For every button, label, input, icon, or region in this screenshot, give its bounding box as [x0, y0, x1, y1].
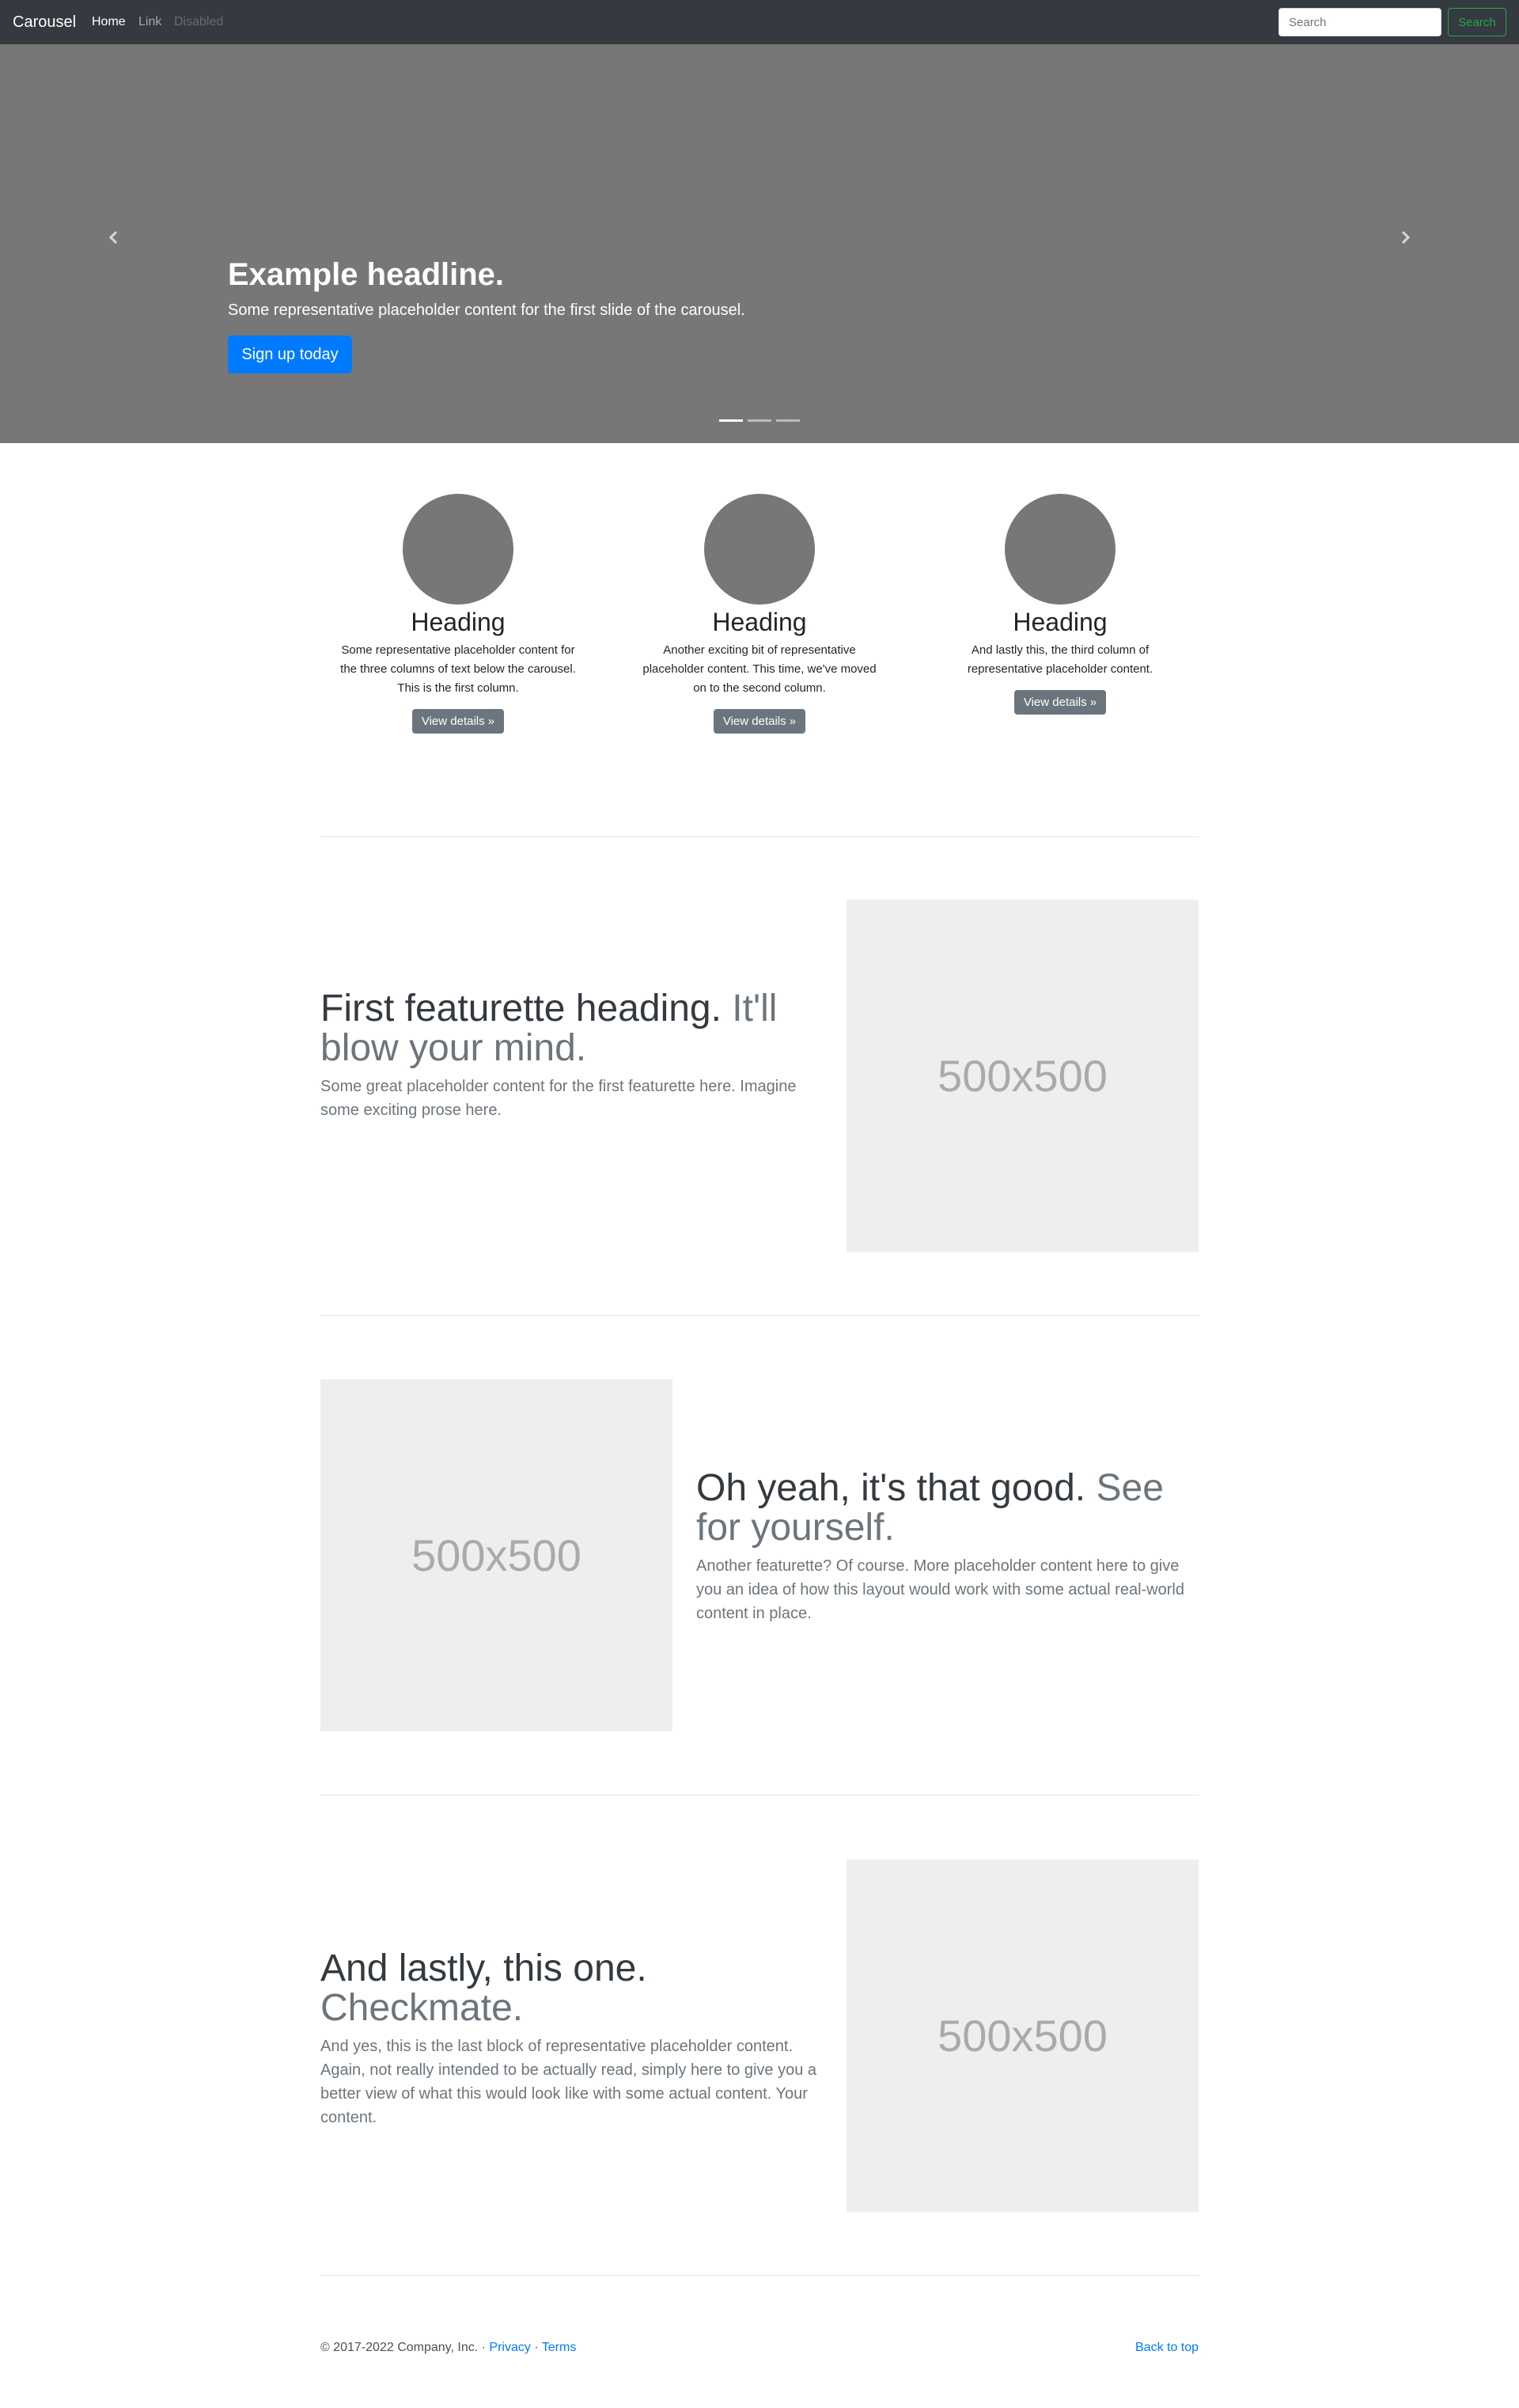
featurette-text: Oh yeah, it's that good. See for yoursel… [696, 1469, 1203, 1625]
column-heading: Heading [411, 608, 506, 636]
carousel-headline: Example headline. [228, 257, 505, 292]
featurette-divider [320, 1795, 1199, 1796]
featurette-text: And lastly, this one. Checkmate. And yes… [320, 1949, 827, 2129]
view-details-button[interactable]: View details » [1013, 690, 1107, 715]
back-to-top-link[interactable]: Back to top [1135, 2341, 1199, 2355]
featurette-text: First featurette heading. It'll blow you… [320, 989, 827, 1122]
carousel-indicator-1[interactable] [719, 419, 743, 422]
placeholder-image: 500x500 [847, 1860, 1199, 2212]
featurette-heading: Oh yeah, it's that good. See for yoursel… [696, 1469, 1203, 1548]
chevron-left-icon [108, 230, 118, 245]
featurette-heading: First featurette heading. It'll blow you… [320, 989, 827, 1068]
terms-link[interactable]: Terms [542, 2341, 577, 2354]
featurette-heading: And lastly, this one. Checkmate. [320, 1949, 827, 2028]
column-text: Some representative placeholder content … [340, 643, 576, 695]
placeholder-circle-image [1005, 494, 1116, 605]
placeholder-circle-image [704, 494, 815, 605]
carousel-next-button[interactable] [1389, 222, 1421, 253]
carousel-prev-button[interactable] [98, 222, 130, 253]
view-details-button[interactable]: View details » [411, 709, 505, 734]
column-heading: Heading [712, 608, 807, 636]
nav-link-disabled: Disabled [174, 15, 224, 28]
featurette-heading-main: Oh yeah, it's that good. [696, 1467, 1086, 1509]
column-text: And lastly this, the third column of rep… [967, 643, 1153, 676]
marketing-column: Heading And lastly this, the third colum… [930, 494, 1191, 715]
carousel-caption-text: Some representative placeholder content … [228, 301, 745, 319]
featurette-divider [320, 836, 1199, 837]
search-button[interactable]: Search [1448, 8, 1506, 36]
nav-link-home[interactable]: Home [92, 14, 126, 30]
carousel-indicator-3[interactable] [776, 419, 800, 422]
copyright-text: © 2017-2022 Company, Inc. · [320, 2341, 490, 2354]
featurette-divider [320, 1315, 1199, 1316]
featurette-lead: And yes, this is the last block of repre… [320, 2038, 817, 2126]
chevron-right-icon [1401, 230, 1411, 245]
footer-copyright: © 2017-2022 Company, Inc. · Privacy · Te… [320, 2341, 576, 2355]
column-text: Another exciting bit of representative p… [642, 643, 877, 695]
column-heading: Heading [1013, 608, 1108, 636]
featurette-heading-main: First featurette heading. [320, 988, 722, 1030]
nav-link-link[interactable]: Link [138, 14, 161, 30]
featurette-heading-main: And lastly, this one. [320, 1947, 647, 1989]
sign-up-button[interactable]: Sign up today [228, 336, 352, 374]
featurette-heading-muted: Checkmate. [320, 1987, 524, 2029]
privacy-link[interactable]: Privacy [489, 2341, 530, 2354]
featurette-divider [320, 2275, 1199, 2276]
placeholder-image: 500x500 [320, 1379, 672, 1731]
navbar: Carousel Home Link Disabled Search [0, 0, 1519, 44]
marketing-column: Heading Another exciting bit of represen… [629, 494, 890, 734]
carousel: Example headline. Some representative pl… [0, 44, 1519, 443]
search-input[interactable] [1278, 8, 1441, 36]
footer-separator: · [530, 2341, 542, 2354]
featurette-lead: Another featurette? Of course. More plac… [696, 1557, 1184, 1622]
placeholder-image: 500x500 [847, 900, 1199, 1252]
placeholder-circle-image [403, 494, 513, 605]
marketing-column: Heading Some representative placeholder … [328, 494, 589, 734]
navbar-brand[interactable]: Carousel [13, 11, 76, 33]
featurette-lead: Some great placeholder content for the f… [320, 1078, 797, 1119]
view-details-button[interactable]: View details » [713, 709, 806, 734]
carousel-indicator-2[interactable] [748, 419, 771, 422]
